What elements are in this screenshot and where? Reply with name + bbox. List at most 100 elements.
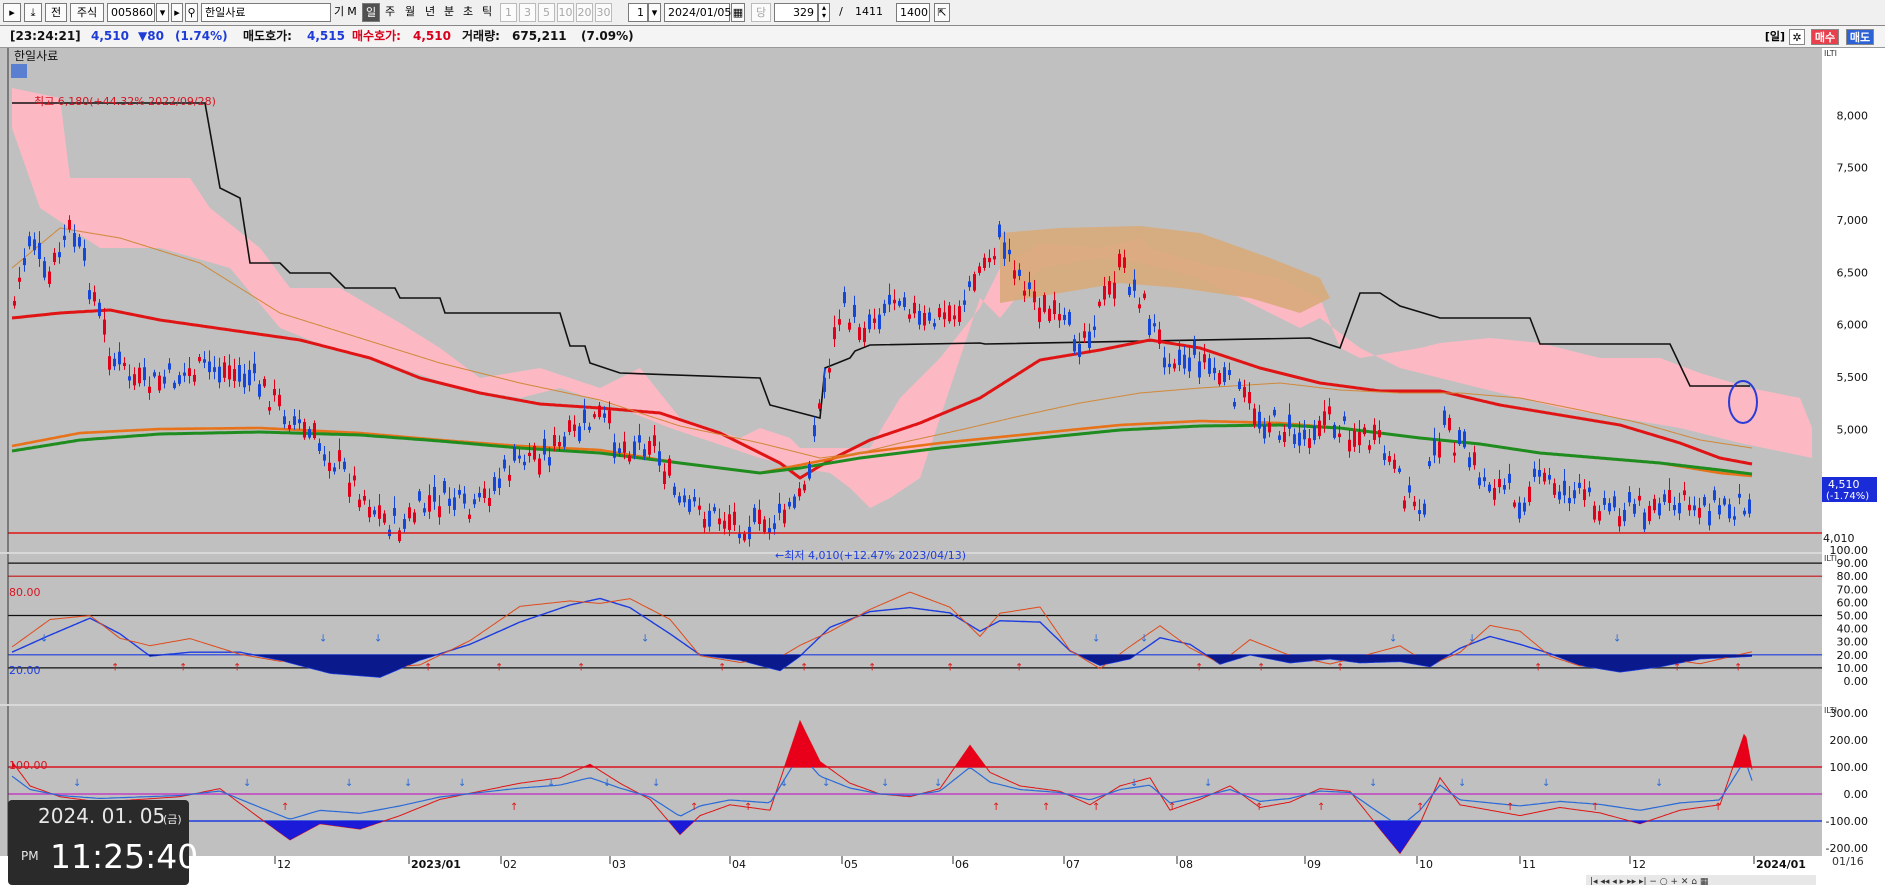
candle-body [1413,501,1416,507]
candle-body [608,410,611,424]
date-input[interactable]: 2024/01/05 [664,3,731,22]
interval-3[interactable]: 3 [519,3,536,22]
candle-body [108,356,111,370]
candle-body [1438,441,1441,458]
interval-20[interactable]: 20 [576,3,593,22]
candle-body [1218,373,1221,385]
stock-chart[interactable]: ↓ ↑ ↑ ↑ ↓ ↓ ↑ ↑ ↑ ↓ ↑ ↑ ↑ ↑ ↑ ↓ ↓ ↑ ↑ ↑ ↓ ↓ ↑ ↓ ↑ ↑ ↑ ↓ ↑ ↑ ↓ ↑ ↓ ↓ ↓ ↑ ↓ ↓ ↓… [0,48,1885,885]
osc2-upper-label: 100.00 [9,759,48,772]
buy-signal-arrow-icon: ↑ [1714,802,1722,813]
code-input[interactable]: 005860 [107,3,155,22]
market-select[interactable]: 주식 [70,3,104,22]
period-tick[interactable]: 틱 [479,3,495,22]
panel1-tools-icon[interactable]: ILTI [1824,49,1837,58]
period-month[interactable]: 월 [402,3,418,22]
candle-body [243,373,246,388]
chart-mode-icon[interactable] [11,64,27,78]
current-price-value: 4,510 [1828,478,1860,491]
candle-body [348,482,351,497]
osc1-axis-label: 80.00 [1837,570,1869,583]
period-gi[interactable]: 기 [333,3,345,22]
candle-body [1643,512,1646,530]
panel2-tools-icon[interactable]: ILTI [1824,554,1837,563]
period-year[interactable]: 년 [422,3,438,22]
period-m[interactable]: M [346,3,358,22]
prev-button[interactable]: 전 [45,3,67,22]
candle-body [1408,485,1411,493]
candle-body [493,477,496,491]
download-icon[interactable]: ⤓ [24,3,42,22]
candle-body [728,514,731,530]
sell-signal-arrow-icon: ↓ [822,778,830,789]
candle-body [1203,354,1206,363]
buy-signal-arrow-icon: ↑ [868,663,876,674]
candle-body [1388,456,1391,462]
total-count: 1411 [855,5,883,18]
period-indicator[interactable]: [일] [1763,29,1787,45]
count-input[interactable]: 329 [774,3,818,22]
count-spinner-icon[interactable]: ▴ ▾ [818,3,830,22]
candle-body [568,420,571,432]
candle-body [778,503,781,513]
settings-icon[interactable]: ✲ [1789,29,1805,45]
candle-body [978,266,981,273]
scroll-controls[interactable]: |◂ ◂◂ ◂ ▸ ▸▸ ▸| − ○ + ✕ ⌂ ▦ [1586,875,1816,885]
candle-body [423,508,426,513]
candle-body [1153,323,1156,327]
interval-5[interactable]: 5 [538,3,555,22]
candle-body [1188,357,1191,372]
panel3-tools-icon[interactable]: ILTI [1824,706,1837,715]
candle-body [213,367,216,372]
search-icon[interactable]: ⚲ [185,3,198,22]
candle-body [378,505,381,519]
candle-body [313,423,316,439]
pin-icon[interactable]: ▸ [3,3,21,22]
candle-body [853,304,856,317]
price-axis-label: 5,500 [1837,371,1869,384]
candle-body [1333,424,1336,438]
candle-body [1588,487,1591,493]
period-week[interactable]: 주 [382,3,398,22]
period-second[interactable]: 초 [460,3,476,22]
period-minute[interactable]: 분 [441,3,457,22]
interval-input[interactable]: 1 [628,3,648,22]
candle-body [383,513,386,523]
scroll-arrows-icon[interactable]: |◂ ◂◂ ◂ ▸ ▸▸ ▸| − ○ + ✕ ⌂ ▦ [1590,877,1708,885]
zoom-input[interactable]: 1400 [896,3,930,22]
candle-body [1048,308,1051,321]
candle-body [13,300,16,306]
candle-body [503,459,506,469]
interval-10[interactable]: 10 [557,3,574,22]
candle-body [803,484,806,491]
expand-icon[interactable]: ⇱ [934,3,950,22]
candle-body [1693,505,1696,511]
buy-button[interactable]: 매수 [1811,29,1839,45]
candle-body [898,300,901,306]
candle-body [1688,504,1691,511]
period-day[interactable]: 일 [362,3,380,22]
candle-body [1608,503,1611,512]
osc1-axis-label: 10.00 [1837,662,1869,675]
candle-body [1233,401,1236,407]
candle-body [1738,493,1741,498]
calendar-icon[interactable]: ▦ [731,3,745,22]
interval-dropdown-icon[interactable]: ▾ [648,3,661,22]
next-icon[interactable]: ▸ [171,3,183,22]
candle-body [128,376,131,381]
candle-body [1568,497,1571,504]
candle-body [808,463,811,479]
candle-body [28,236,31,247]
interval-30[interactable]: 30 [595,3,612,22]
sell-button[interactable]: 매도 [1846,29,1874,45]
candle-body [1443,410,1446,425]
code-dropdown-icon[interactable]: ▾ [156,3,169,22]
name-input[interactable]: 한일사료 [201,3,331,22]
candle-body [1143,293,1146,299]
buy-signal-arrow-icon: ↑ [179,663,187,674]
candle-body [353,475,356,481]
osc1-axis-label: 30.00 [1837,636,1869,649]
page-indicator: 01/16 [1832,855,1864,868]
interval-1[interactable]: 1 [500,3,517,22]
candle-body [1748,499,1751,514]
candle-body [903,297,906,307]
